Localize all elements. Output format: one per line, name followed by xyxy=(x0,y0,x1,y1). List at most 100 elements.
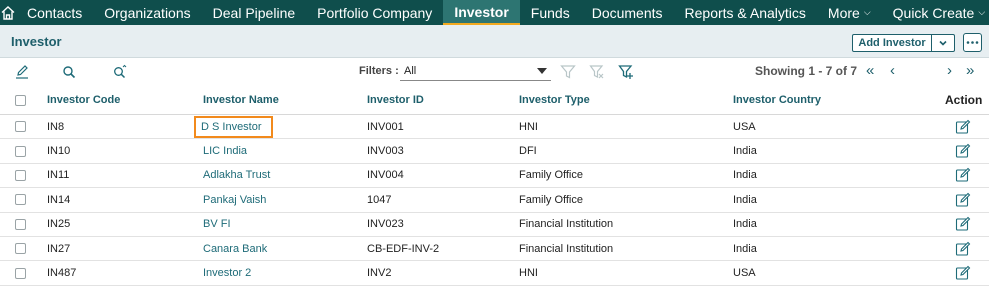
prev-page-icon[interactable]: ‹ xyxy=(890,63,895,79)
investor-type-cell: DFI xyxy=(519,145,537,158)
investor-code-cell: IN14 xyxy=(47,193,71,206)
action-cell xyxy=(955,213,971,236)
search-icon[interactable] xyxy=(61,64,77,80)
nav-funds[interactable]: Funds xyxy=(520,0,581,25)
action-cell xyxy=(955,115,971,138)
edit-icon[interactable] xyxy=(955,192,971,208)
table-body: IN8 D S Investor INV001 HNI USA IN10 LIC India… xyxy=(0,115,989,286)
clear-filter-icon[interactable] xyxy=(589,64,605,80)
filters-label: Filters : xyxy=(359,65,399,77)
nav-reports-analytics[interactable]: Reports & Analytics xyxy=(674,0,817,25)
investor-type-cell: Family Office xyxy=(519,169,583,182)
nav-deal-pipeline-label: Deal Pipeline xyxy=(212,4,296,21)
edit-icon[interactable] xyxy=(14,64,30,80)
investor-name-cell: Pankaj Vaish xyxy=(203,188,266,211)
edit-icon[interactable] xyxy=(955,216,971,232)
investor-name-link[interactable]: Investor 2 xyxy=(203,267,251,279)
column-header-investor-code[interactable]: Investor Code xyxy=(47,86,120,114)
next-page-icon[interactable]: › xyxy=(947,63,952,79)
toolbar: Filters : All Showing 1 - 7 of 7 « ‹ › » xyxy=(0,58,989,86)
select-all-checkbox[interactable] xyxy=(15,86,26,114)
nav-more-label: More xyxy=(827,4,860,21)
investor-code-cell: IN27 xyxy=(47,242,71,255)
nav-quick-create[interactable]: Quick Create ⌵ xyxy=(882,0,989,25)
action-cell xyxy=(955,164,971,187)
nav-deal-pipeline[interactable]: Deal Pipeline xyxy=(202,0,307,25)
investor-id-cell: 1047 xyxy=(367,193,392,206)
investor-country-cell: India xyxy=(733,218,757,231)
add-investor-button[interactable]: Add Investor xyxy=(852,34,955,52)
add-investor-dropdown[interactable] xyxy=(932,35,954,51)
investor-code-cell: IN11 xyxy=(47,169,70,182)
investor-name-link[interactable]: Canara Bank xyxy=(203,243,267,255)
investor-name-cell: D S Investor xyxy=(194,115,273,138)
investor-code-cell: IN8 xyxy=(47,120,65,133)
investor-name-cell: LIC India xyxy=(203,139,247,162)
table-row: IN8 D S Investor INV001 HNI USA xyxy=(0,115,989,140)
edit-icon[interactable] xyxy=(955,167,971,183)
more-options-button[interactable] xyxy=(963,33,982,52)
nav-organizations[interactable]: Organizations xyxy=(93,0,201,25)
investor-name-cell: Investor 2 xyxy=(203,261,251,284)
investor-name-link[interactable]: LIC India xyxy=(203,145,247,157)
page-title: Investor xyxy=(11,34,62,49)
investor-name-cell: Canara Bank xyxy=(203,237,267,260)
investor-id-cell: INV023 xyxy=(367,218,404,231)
nav-organizations-label: Organizations xyxy=(104,4,191,21)
investor-id-cell: INV001 xyxy=(367,120,404,133)
column-header-investor-id[interactable]: Investor ID xyxy=(367,86,424,114)
nav-funds-label: Funds xyxy=(530,4,570,21)
add-filter-icon[interactable] xyxy=(618,64,634,80)
investor-name-cell: Adlakha Trust xyxy=(203,164,270,187)
chevron-down-icon: ⌵ xyxy=(978,7,986,17)
investor-code-cell: IN487 xyxy=(47,267,77,280)
action-cell xyxy=(955,237,971,260)
investor-country-cell: USA xyxy=(733,267,756,280)
column-header-investor-name[interactable]: Investor Name xyxy=(203,86,279,114)
nav-portfolio-company[interactable]: Portfolio Company xyxy=(306,0,443,25)
first-page-icon[interactable]: « xyxy=(866,63,874,79)
nav-more[interactable]: More ⌵ xyxy=(817,0,882,25)
row-checkbox[interactable] xyxy=(15,261,26,284)
edit-icon[interactable] xyxy=(955,265,971,281)
row-checkbox[interactable] xyxy=(15,139,26,162)
add-investor-label: Add Investor xyxy=(853,35,932,51)
investor-type-cell: HNI xyxy=(519,120,538,133)
page-header: Investor Add Investor xyxy=(0,25,989,58)
investor-name-link[interactable]: D S Investor xyxy=(194,115,273,138)
edit-icon[interactable] xyxy=(955,119,971,135)
nav-contacts[interactable]: Contacts xyxy=(16,0,93,25)
column-header-action: Action xyxy=(945,93,983,107)
investor-country-cell: USA xyxy=(733,120,756,133)
investor-name-link[interactable]: Adlakha Trust xyxy=(203,169,270,181)
action-cell xyxy=(955,188,971,211)
row-checkbox[interactable] xyxy=(15,237,26,260)
nav-documents[interactable]: Documents xyxy=(581,0,674,25)
last-page-icon[interactable]: » xyxy=(966,63,974,79)
edit-icon[interactable] xyxy=(955,241,971,257)
advanced-search-icon[interactable] xyxy=(112,64,128,80)
investor-name-link[interactable]: Pankaj Vaish xyxy=(203,194,266,206)
investor-id-cell: INV003 xyxy=(367,145,404,158)
filter-select[interactable]: All xyxy=(400,62,551,81)
investor-country-cell: India xyxy=(733,169,757,182)
investor-id-cell: INV2 xyxy=(367,267,392,280)
column-header-investor-country[interactable]: Investor Country xyxy=(733,86,821,114)
investor-table: Investor Code Investor Name Investor ID … xyxy=(0,86,989,286)
row-checkbox[interactable] xyxy=(15,213,26,236)
filter-icon[interactable] xyxy=(560,64,576,80)
row-checkbox[interactable] xyxy=(15,164,26,187)
nav-contacts-label: Contacts xyxy=(27,4,83,21)
nav-investor[interactable]: Investor xyxy=(443,0,520,25)
table-row: IN25 BV FI INV023 Financial Institution Indi… xyxy=(0,213,989,237)
investor-name-link[interactable]: BV FI xyxy=(203,218,231,230)
chevron-down-icon xyxy=(939,40,947,46)
row-checkbox[interactable] xyxy=(15,115,26,138)
nav-documents-label: Documents xyxy=(591,4,663,21)
column-header-investor-type[interactable]: Investor Type xyxy=(519,86,590,114)
pagination-summary: Showing 1 - 7 of 7 xyxy=(755,64,858,78)
home-button[interactable] xyxy=(0,0,16,25)
chevron-down-icon: ⌵ xyxy=(863,7,871,17)
row-checkbox[interactable] xyxy=(15,188,26,211)
edit-icon[interactable] xyxy=(955,143,971,159)
